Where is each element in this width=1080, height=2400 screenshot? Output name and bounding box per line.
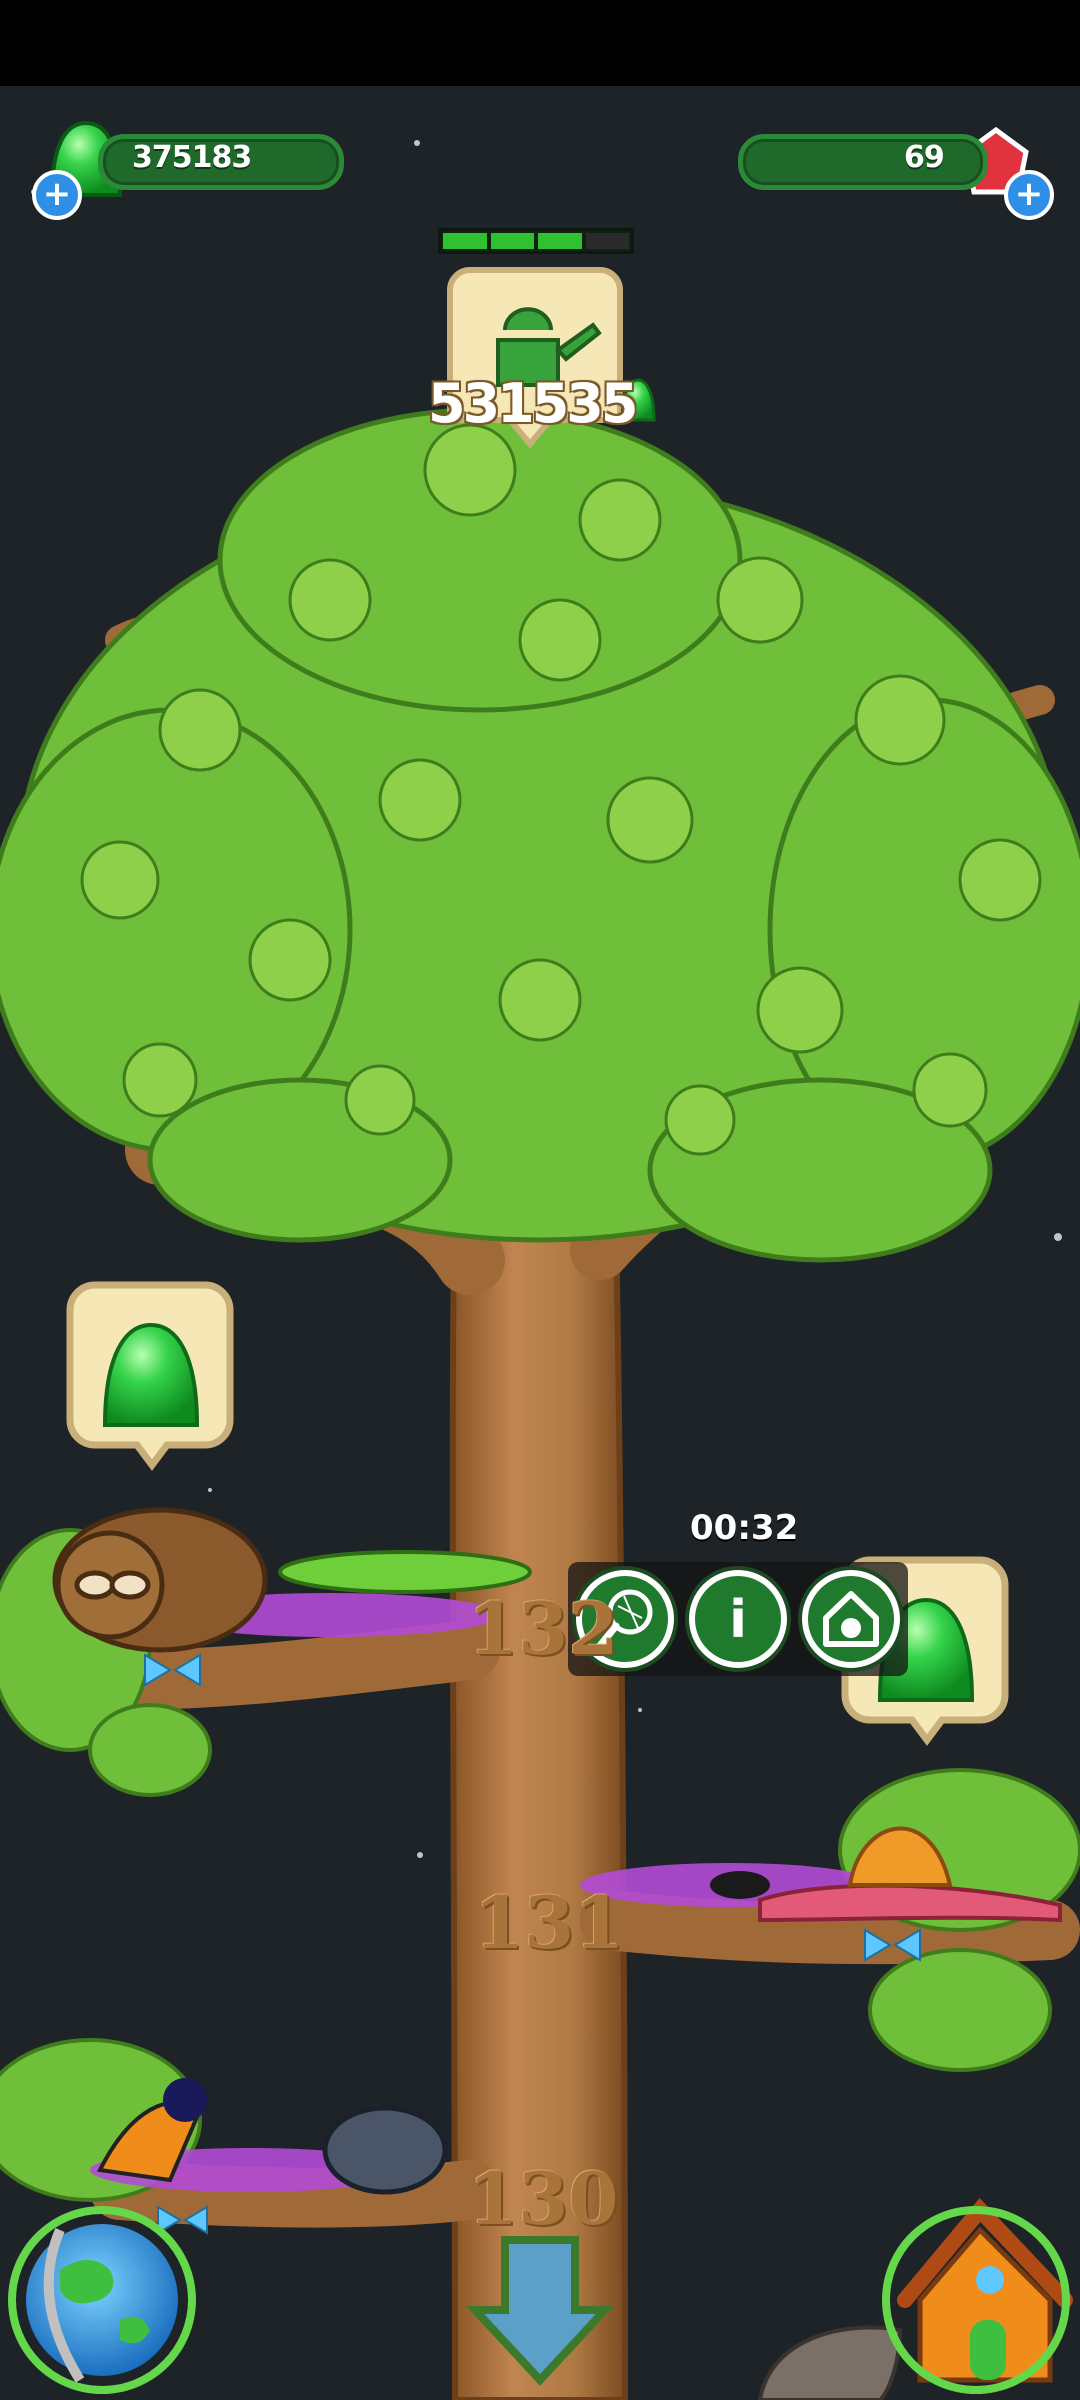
jelly-count: 375183 [132,140,252,175]
game-screen: { "hud": { "jelly_count": "375183", "gem… [0,0,1080,2400]
progress-segment [490,233,534,249]
scroll-down-button[interactable] [470,2230,610,2390]
watering-can-button[interactable] [462,262,630,452]
beetle [710,1871,770,1899]
branch-number: 131 [474,1880,625,1965]
pill-bug [322,2105,448,2195]
branch-number: 130 [468,2156,619,2241]
tree-canopy [0,407,1080,1263]
progress-segment [443,233,487,249]
home-button[interactable] [882,2206,1070,2394]
progress-segment [538,233,582,249]
add-gem-button[interactable]: + [1004,170,1054,220]
collect-jelly-right-button[interactable] [842,1556,1014,1756]
gem-currency-bar [738,134,988,190]
info-button[interactable]: i [689,1570,787,1668]
branch-number: 132 [468,1586,619,1671]
globe-button[interactable] [8,2206,196,2394]
branch-timer: 00:32 [690,1508,799,1548]
elephant-partial [757,2325,903,2400]
info-icon: i [729,1590,747,1650]
tree-growth-progress [438,228,634,254]
progress-segment [585,233,629,249]
gem-count: 69 [904,140,945,175]
slow-loris [52,1507,268,1653]
collect-jelly-left-button[interactable] [68,1282,240,1482]
add-jelly-button[interactable]: + [32,170,82,220]
